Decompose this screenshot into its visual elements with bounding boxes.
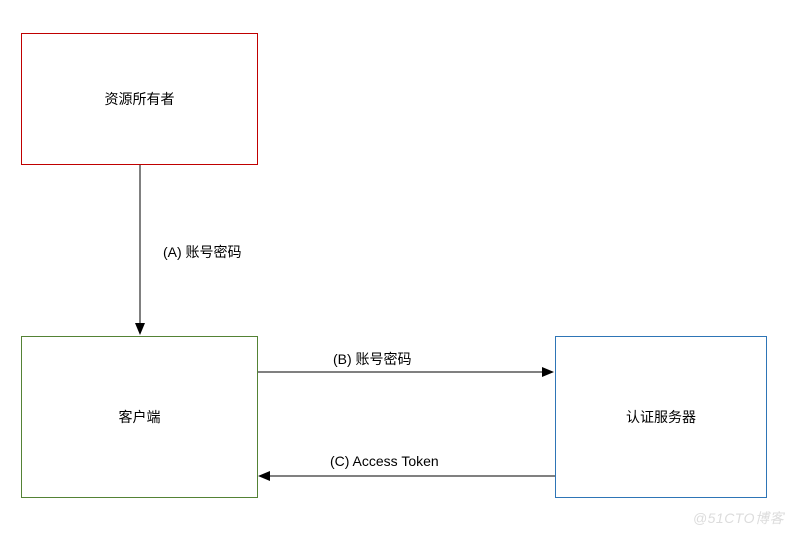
- resource-owner-box: 资源所有者: [21, 33, 258, 165]
- auth-server-box: 认证服务器: [555, 336, 767, 498]
- client-label: 客户端: [119, 407, 161, 427]
- edge-label-c: (C) Access Token: [330, 453, 439, 469]
- auth-server-label: 认证服务器: [626, 407, 696, 427]
- edge-label-b: (B) 账号密码: [333, 349, 412, 369]
- watermark-text: @51CTO博客: [693, 508, 784, 528]
- client-box: 客户端: [21, 336, 258, 498]
- resource-owner-label: 资源所有者: [105, 89, 175, 109]
- diagram-canvas: 资源所有者 客户端 认证服务器 (A) 账号密码 (B) 账号密码 (C) Ac…: [0, 0, 796, 538]
- edge-label-a: (A) 账号密码: [163, 242, 242, 262]
